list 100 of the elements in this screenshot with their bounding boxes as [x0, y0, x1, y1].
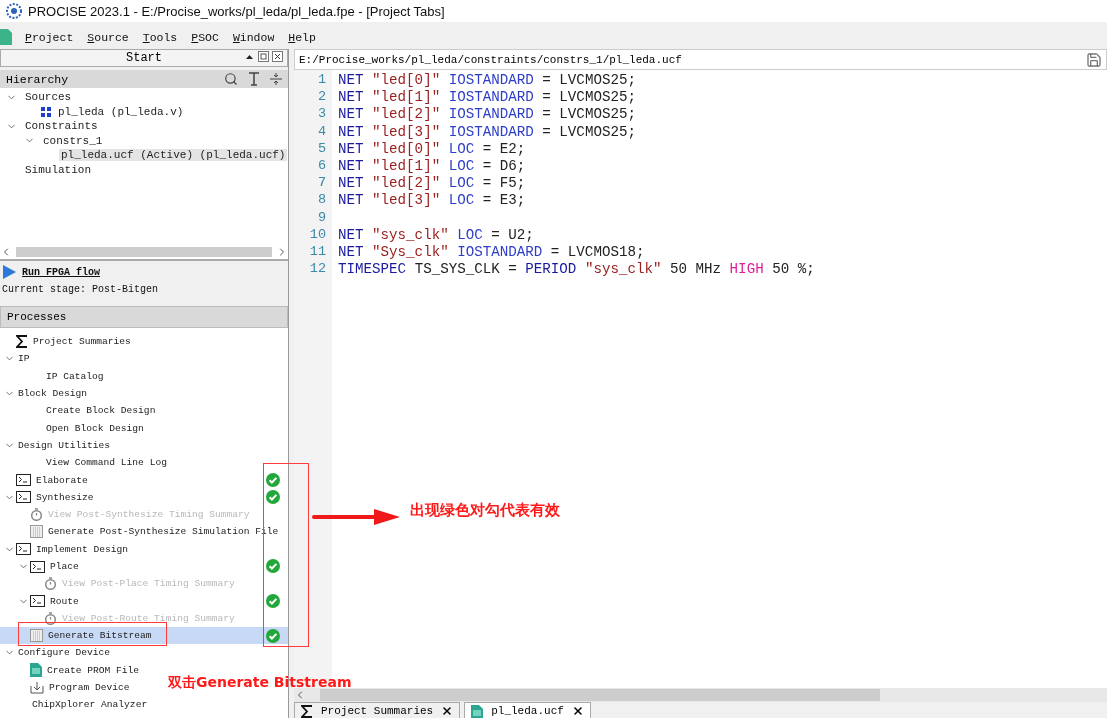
- play-icon[interactable]: [2, 265, 16, 279]
- code-token: = LVCMOS25;: [542, 72, 636, 90]
- line-number: 5: [316, 140, 327, 158]
- line-number: 1: [316, 72, 327, 89]
- code-token: "sys_clk": [372, 226, 449, 244]
- tree-item[interactable]: constrs_1: [41, 134, 105, 147]
- code-token: TS_SYS_CLK =: [414, 261, 517, 279]
- stopwatch-icon: [44, 577, 57, 591]
- horizontal-scrollbar[interactable]: [0, 245, 288, 260]
- run-flow-link[interactable]: Run FPGA flow: [2, 265, 286, 279]
- panel-title: Start: [126, 51, 162, 65]
- terminal-icon: [30, 595, 45, 608]
- sigma-icon: [16, 335, 28, 349]
- close-icon[interactable]: [441, 705, 454, 717]
- code-token: NET: [338, 175, 364, 193]
- menu-item[interactable]: PSOC: [184, 30, 226, 44]
- code-token: 50 MHz: [670, 261, 722, 279]
- process-item[interactable]: IP: [16, 353, 32, 365]
- document-icon[interactable]: [0, 29, 12, 45]
- code-token: NET: [338, 226, 364, 244]
- code-token: "led[3]": [372, 192, 441, 210]
- section-title: Hierarchy: [6, 72, 69, 86]
- process-item[interactable]: IP Catalog: [44, 370, 106, 382]
- process-item[interactable]: Route: [48, 595, 81, 607]
- download-icon: [30, 681, 44, 695]
- code-token: "led[1]": [372, 157, 441, 176]
- code-token: "sys_clk": [584, 261, 662, 279]
- stage-text: Current stage: Post-Bitgen: [2, 284, 160, 295]
- tree-item[interactable]: pl_leda.ucf (Active) (pl_leda.ucf): [59, 149, 288, 162]
- code-token: LOC: [448, 192, 475, 210]
- code-token: "led[2]": [372, 175, 441, 193]
- code-token: 50 %;: [772, 261, 815, 279]
- search-icon[interactable]: [224, 72, 238, 86]
- process-item[interactable]: Place: [48, 561, 81, 572]
- collapse-all-icon[interactable]: [270, 72, 282, 86]
- sigma-icon: [301, 705, 313, 718]
- editor-tab[interactable]: Project Summaries: [294, 702, 461, 718]
- app-logo-icon: [6, 3, 22, 19]
- code-token: IOSTANDARD: [448, 72, 534, 90]
- process-item[interactable]: Design Utilities: [16, 439, 113, 451]
- process-item[interactable]: Synthesize: [34, 491, 96, 503]
- code-token: NET: [338, 192, 364, 210]
- terminal-icon: [16, 474, 31, 486]
- tree-item[interactable]: Simulation: [23, 163, 93, 176]
- annotation-text: 出现绿色对勾代表有效: [410, 501, 560, 520]
- line-number: 6: [316, 157, 327, 175]
- process-item[interactable]: Configure Device: [16, 647, 113, 659]
- process-item[interactable]: Open Block Design: [44, 422, 146, 434]
- code-token: IOSTANDARD: [448, 89, 534, 107]
- line-number: 10: [308, 226, 327, 244]
- save-icon[interactable]: [1086, 51, 1102, 68]
- line-number: 2: [316, 89, 327, 107]
- close-icon[interactable]: [272, 51, 283, 62]
- menu-item[interactable]: Help: [281, 30, 323, 44]
- grid-icon: [30, 629, 43, 643]
- code-token: NET: [338, 157, 364, 176]
- close-icon[interactable]: [571, 705, 584, 717]
- menu-item[interactable]: Project: [18, 30, 81, 44]
- code-token: NET: [338, 72, 364, 90]
- code-token: = E3;: [482, 192, 526, 210]
- process-item[interactable]: Create Block Design: [44, 405, 158, 417]
- code-token: TIMESPEC: [338, 261, 407, 279]
- selected-row[interactable]: Generate Bitstream: [0, 627, 288, 645]
- code-token: LOC: [457, 226, 483, 244]
- code-token: "Sys_clk": [372, 243, 449, 262]
- horizontal-scrollbar[interactable]: [294, 688, 1107, 702]
- stopwatch-icon: [44, 611, 57, 625]
- restore-icon[interactable]: [258, 51, 269, 62]
- tree-item[interactable]: pl_leda (pl_leda.v): [56, 105, 186, 118]
- terminal-icon: [30, 560, 45, 573]
- line-number: 3: [316, 106, 327, 124]
- line-number: 7: [316, 175, 327, 193]
- tree-item[interactable]: Constraints: [23, 120, 100, 133]
- code-token: NET: [338, 140, 364, 158]
- menu-item[interactable]: Window: [225, 30, 282, 44]
- process-item[interactable]: Block Design: [16, 388, 90, 400]
- process-item[interactable]: View Command Line Log: [44, 457, 169, 469]
- annotation-text: 双击Generate Bitstream: [168, 674, 352, 692]
- document-icon: [471, 705, 484, 718]
- process-item[interactable]: Elaborate: [34, 474, 90, 486]
- code-token: IOSTANDARD: [448, 106, 534, 124]
- process-item[interactable]: Create PROM File: [45, 664, 142, 676]
- code-token: = LVCMOS25;: [542, 89, 636, 107]
- code-token: = U2;: [491, 226, 534, 244]
- menu-item[interactable]: Source: [80, 30, 136, 44]
- editor-tab[interactable]: pl_leda.ucf: [464, 702, 591, 718]
- process-item[interactable]: Generate Bitstream: [46, 630, 154, 642]
- process-item[interactable]: Program Device: [47, 682, 132, 694]
- code-token: "led[2]": [372, 106, 441, 124]
- process-item[interactable]: Project Summaries: [31, 336, 133, 348]
- tree-item[interactable]: Sources: [23, 91, 74, 104]
- process-item[interactable]: ChipXplorer Analyzer: [30, 699, 150, 711]
- code-token: IOSTANDARD: [448, 123, 534, 141]
- code-token: NET: [338, 123, 364, 141]
- code-token: "led[0]": [372, 72, 441, 90]
- menu-item[interactable]: Tools: [135, 30, 185, 44]
- process-item[interactable]: Implement Design: [34, 543, 131, 555]
- line-number: 11: [308, 243, 327, 261]
- code-token: NET: [338, 89, 364, 107]
- expand-icon[interactable]: [248, 72, 260, 86]
